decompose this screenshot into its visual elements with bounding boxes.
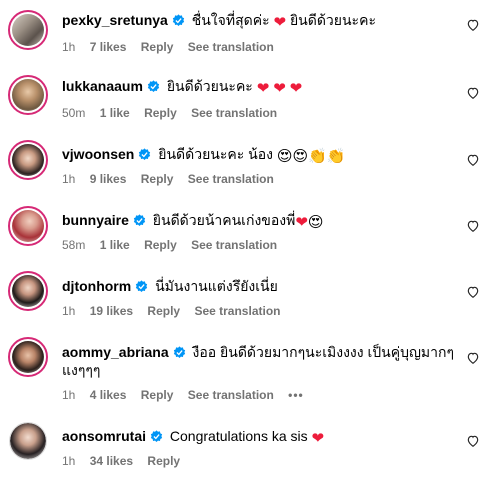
likes-count[interactable]: 19 likes	[90, 304, 133, 318]
comment-time: 50m	[62, 106, 86, 120]
comment-username[interactable]: pexky_sretunya	[62, 12, 168, 28]
comment-username[interactable]: aonsomrutai	[62, 428, 146, 444]
clapping-hands-icon: 👏	[326, 148, 346, 165]
avatar[interactable]	[8, 206, 48, 246]
reply-button[interactable]: Reply	[144, 238, 177, 252]
like-heart-icon[interactable]	[466, 219, 480, 233]
comment-username[interactable]: aommy_abriana	[62, 344, 169, 360]
comment-text-line-2: แงๆๆๆ	[62, 362, 101, 378]
avatar[interactable]	[8, 10, 48, 50]
likes-count[interactable]: 1 like	[100, 238, 130, 252]
likes-count[interactable]: 7 likes	[90, 40, 127, 54]
red-heart-icon: ❤	[289, 80, 303, 97]
see-translation-button[interactable]: See translation	[188, 388, 274, 402]
comment-text: Congratulations ka sis	[169, 428, 308, 444]
comment-text: นี่มันงานแต่งรึยังเนี่ย	[155, 278, 278, 294]
red-heart-icon: ❤	[295, 214, 308, 231]
like-heart-icon[interactable]	[466, 285, 480, 299]
comment-text: ยินดีด้วยนะคะ น้อง	[158, 146, 273, 162]
verified-icon	[172, 14, 184, 27]
red-heart-icon: ❤	[273, 14, 287, 31]
verified-icon	[136, 280, 148, 293]
avatar[interactable]	[8, 75, 48, 115]
see-translation-button[interactable]: See translation	[194, 304, 280, 318]
reply-button[interactable]: Reply	[147, 304, 180, 318]
comment-username[interactable]: lukkanaaum	[62, 78, 143, 94]
red-heart-icon: ❤	[311, 430, 325, 447]
like-heart-icon[interactable]	[466, 434, 480, 448]
comment-text: ยินดีด้วยน้าคนเก่งของพี่	[152, 212, 296, 228]
more-options-icon[interactable]: •••	[288, 388, 304, 402]
comment-time: 1h	[62, 172, 76, 186]
comment-username[interactable]: bunnyaire	[62, 212, 129, 228]
clapping-hands-icon: 👏	[308, 148, 327, 165]
comment-time: 1h	[62, 388, 76, 402]
like-heart-icon[interactable]	[466, 153, 480, 167]
red-heart-icon: ❤	[273, 80, 286, 97]
likes-count[interactable]: 34 likes	[90, 454, 133, 468]
reply-button[interactable]: Reply	[144, 106, 177, 120]
likes-count[interactable]: 1 like	[100, 106, 130, 120]
see-translation-button[interactable]: See translation	[191, 238, 277, 252]
likes-count[interactable]: 9 likes	[90, 172, 127, 186]
reply-button[interactable]: Reply	[147, 454, 180, 468]
verified-icon	[139, 148, 151, 161]
see-translation-button[interactable]: See translation	[191, 106, 277, 120]
verified-icon	[133, 214, 146, 227]
avatar[interactable]	[8, 337, 48, 377]
reply-button[interactable]: Reply	[141, 388, 174, 402]
comment-text: ชื่นใจที่สุดค่ะ	[191, 12, 270, 28]
heart-eyes-emoji-icon: 😍	[276, 148, 293, 165]
comment-time: 58m	[62, 238, 86, 252]
comment-text: งืออ ยินดีด้วยมากๆนะเมิงงงง เป็นคู่บุญมา…	[192, 344, 455, 360]
comment-time: 1h	[62, 454, 76, 468]
like-heart-icon[interactable]	[466, 351, 480, 365]
comment-text-2: ยินดีด้วยนะคะ	[289, 12, 376, 28]
like-heart-icon[interactable]	[466, 86, 480, 100]
comment-time: 1h	[62, 40, 76, 54]
like-heart-icon[interactable]	[466, 18, 480, 32]
verified-icon	[173, 346, 185, 359]
avatar[interactable]	[8, 140, 48, 180]
verified-icon	[147, 80, 160, 93]
heart-eyes-emoji-icon: 😍	[292, 148, 309, 165]
red-heart-icon: ❤	[256, 80, 270, 97]
reply-button[interactable]: Reply	[141, 40, 174, 54]
comment-username[interactable]: djtonhorm	[62, 278, 131, 294]
heart-eyes-emoji-icon: 😍	[307, 214, 324, 231]
comment-username[interactable]: vjwoonsen	[62, 146, 134, 162]
comment-time: 1h	[62, 304, 76, 318]
avatar[interactable]	[8, 271, 48, 311]
avatar[interactable]	[9, 422, 47, 460]
comment-text: ยินดีด้วยนะคะ	[166, 78, 253, 94]
verified-icon	[150, 430, 163, 443]
reply-button[interactable]: Reply	[141, 172, 174, 186]
likes-count[interactable]: 4 likes	[90, 388, 127, 402]
see-translation-button[interactable]: See translation	[188, 40, 274, 54]
see-translation-button[interactable]: See translation	[188, 172, 274, 186]
